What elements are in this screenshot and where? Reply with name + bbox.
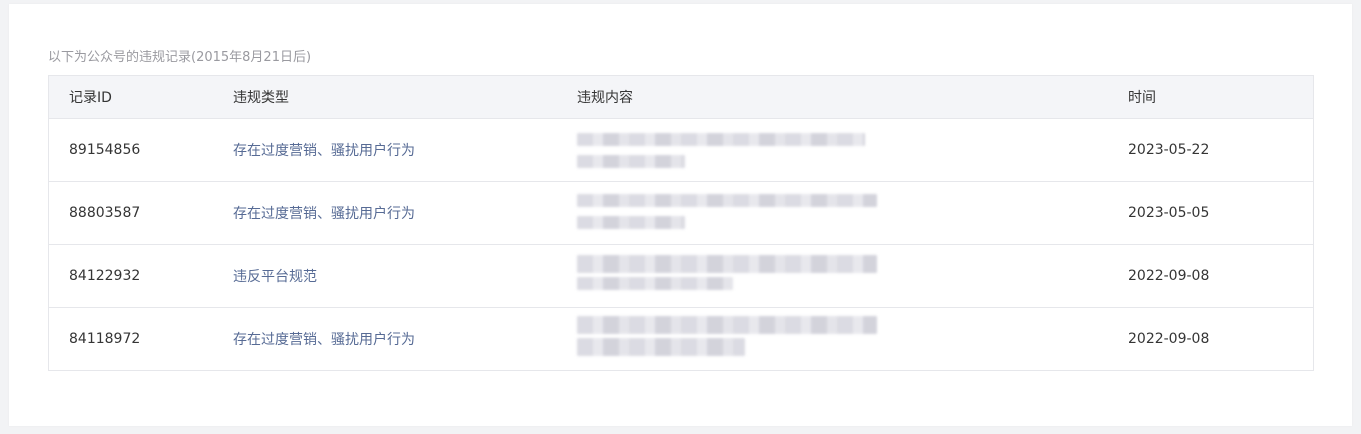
record-time: 2023-05-05 xyxy=(1128,205,1210,221)
header-violation-content: 违规内容 xyxy=(577,90,633,106)
header-violation-type: 违规类型 xyxy=(233,90,289,106)
violation-table: 记录ID 违规类型 违规内容 时间 89154856 存在过度营销、骚扰用户行为… xyxy=(48,75,1314,371)
table-row: 84122932 违反平台规范 2022-09-08 xyxy=(49,244,1313,307)
record-id: 88803587 xyxy=(69,205,141,221)
violation-type: 存在过度营销、骚扰用户行为 xyxy=(233,332,415,348)
table-row: 84118972 存在过度营销、骚扰用户行为 2022-09-08 xyxy=(49,307,1313,370)
violation-type: 存在过度营销、骚扰用户行为 xyxy=(233,206,415,222)
record-id: 84118972 xyxy=(69,331,141,347)
record-time: 2023-05-22 xyxy=(1128,142,1210,158)
header-record-id: 记录ID xyxy=(69,90,112,106)
table-row: 88803587 存在过度营销、骚扰用户行为 2023-05-05 xyxy=(49,181,1313,244)
violation-type: 违反平台规范 xyxy=(233,269,317,285)
intro-text: 以下为公众号的违规记录(2015年8月21日后) xyxy=(48,50,312,65)
violation-type: 存在过度营销、骚扰用户行为 xyxy=(233,143,415,159)
record-time: 2022-09-08 xyxy=(1128,268,1210,284)
record-id: 89154856 xyxy=(69,142,141,158)
record-time: 2022-09-08 xyxy=(1128,331,1210,347)
header-time: 时间 xyxy=(1128,90,1156,106)
record-id: 84122932 xyxy=(69,268,141,284)
table-row: 89154856 存在过度营销、骚扰用户行为 2023-05-22 xyxy=(49,118,1313,181)
table-header-row: 记录ID 违规类型 违规内容 时间 xyxy=(49,76,1313,118)
